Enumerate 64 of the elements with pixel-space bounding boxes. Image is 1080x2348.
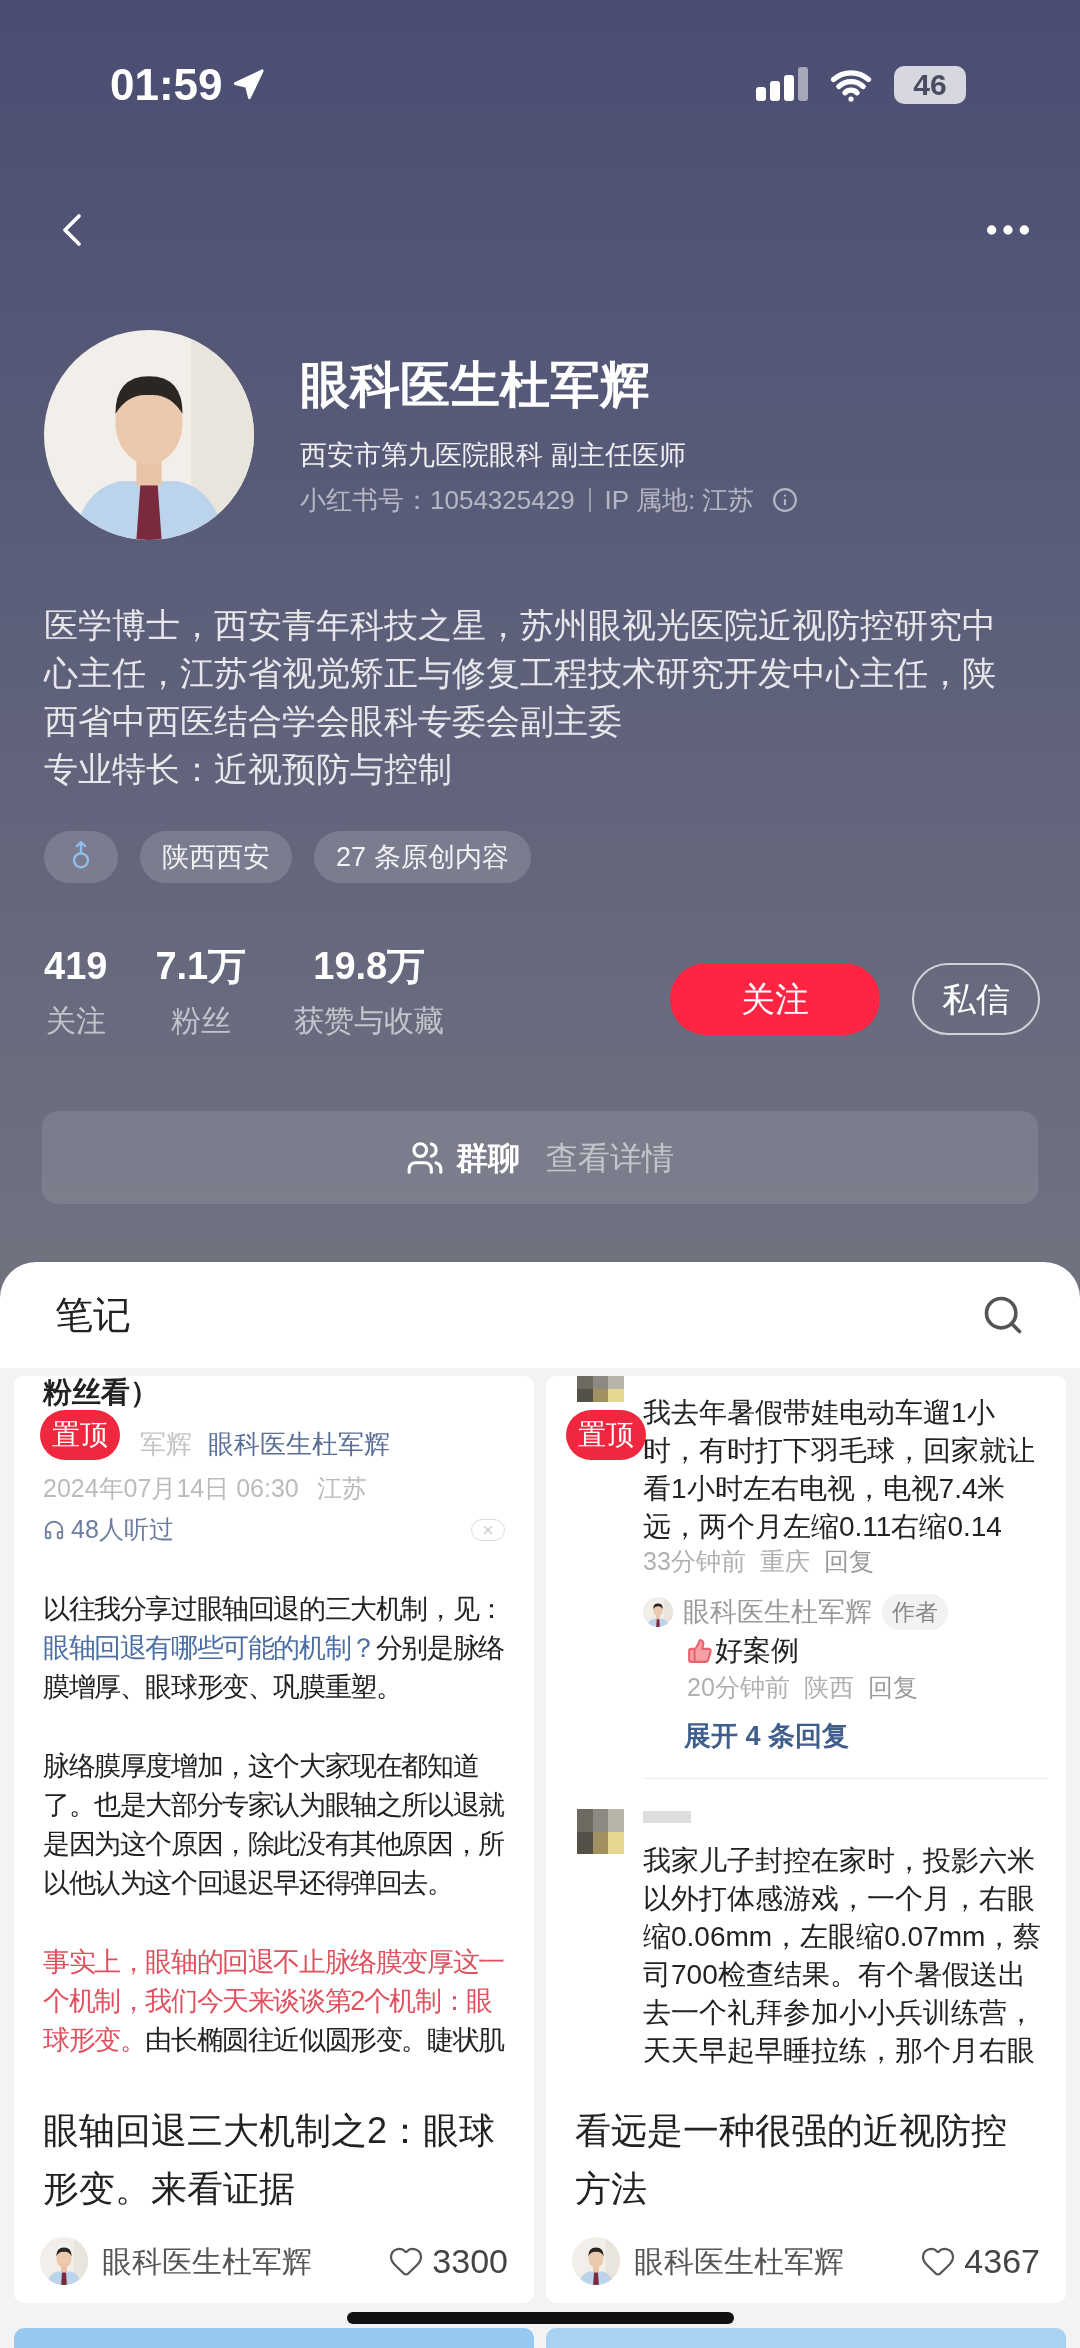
author-avatar	[572, 2237, 620, 2285]
reply-author: 眼科医生杜军辉	[683, 1595, 872, 1629]
blurred-username	[643, 1811, 691, 1823]
stat-value: 7.1万	[155, 946, 247, 986]
author-avatar	[40, 2237, 88, 2285]
group-chat-action: 查看详情	[546, 1138, 674, 1178]
blurred-avatar	[577, 1809, 624, 1854]
like-count: 4367	[964, 2240, 1040, 2282]
comment-location: 重庆	[759, 1546, 810, 1576]
byline-text: 军辉	[140, 1427, 192, 1461]
pinned-badge: 置顶	[40, 1410, 120, 1460]
note-card[interactable]	[14, 1376, 534, 2303]
thumbs-up-icon	[687, 1638, 713, 1664]
profile-bio: 专业特长：近视预防与控制	[44, 749, 453, 790]
reply-text: 好案例	[715, 1634, 799, 1668]
account-id: 小红书号：1054325429	[300, 483, 575, 517]
comment-text: 我去年暑假带娃电动车遛1小时，有时打下羽毛球，回家就让看1小时左右电视，电视7.4米远，两个月左缩0.11右缩0.14	[643, 1396, 1036, 1544]
notes-tab[interactable]: 笔记	[55, 1286, 131, 1344]
profile-bio: 医学博士，西安青年科技之星，苏州眼视光医院近视防控研究中心主任，江苏省视觉矫正与修复工程技术研究开发中心主任，陕西省中西医结合学会眼科专委会副主委	[44, 605, 997, 742]
status-time: 01:59	[110, 59, 223, 111]
close-icon	[481, 1523, 495, 1537]
listen-count: 48人听过	[71, 1514, 174, 1546]
group-chat-bar[interactable]: 群聊 查看详情	[42, 1111, 1038, 1204]
reply-link[interactable]: 回复	[823, 1546, 874, 1576]
profile-position: 西安市第九医院眼科 副主任医师	[300, 439, 687, 472]
post-location: 江苏	[316, 1473, 367, 1505]
article-link[interactable]: 眼轴回退有哪些可能的机制？	[43, 1633, 376, 1663]
post-date: 2024年07月14日 06:30	[43, 1473, 299, 1505]
note-card[interactable]	[546, 1376, 1066, 2303]
author-badge: 作者	[882, 1594, 948, 1630]
author-name: 眼科医生杜军辉	[634, 2243, 844, 2280]
like-count: 3300	[432, 2240, 508, 2282]
article-paragraph: 以往我分享过眼轴回退的三大机制，见： 眼轴回退有哪些可能的机制？分别是脉络膜增厚、眼球形变、巩膜重塑。	[43, 1593, 505, 1704]
reply-time: 20分钟前	[687, 1672, 790, 1702]
info-icon[interactable]	[772, 487, 799, 513]
author-name: 眼科医生杜军辉	[102, 2243, 312, 2280]
stat-value: 419	[44, 946, 108, 986]
group-chat-label: 群聊	[456, 1138, 520, 1178]
comment-time: 33分钟前	[643, 1546, 746, 1576]
battery-indicator: 46	[894, 66, 966, 104]
author-avatar	[643, 1597, 673, 1627]
message-button[interactable]: 私信	[912, 963, 1040, 1035]
article-heading: 粉丝看）	[43, 1376, 160, 1408]
blurred-avatar	[577, 1376, 624, 1402]
comment-text: 我家儿子封控在家时，投影六米以外打体感游戏，一个月，右眼缩0.06mm，左眼缩0.07mm，蔡司700检查结果。有个暑假送出去一个礼拜参加小小兵训练营，天天早起早睡拉练，那个月右眼	[643, 1844, 1043, 2068]
ip-location: IP 属地: 江苏	[604, 483, 755, 517]
note-title: 眼轴回退三大机制之2：眼球形变。来看证据	[42, 2109, 497, 2211]
note-title: 看远是一种很强的近视防控方法	[574, 2109, 1008, 2211]
stat-label: 关注	[45, 1003, 106, 1039]
reply-location: 陕西	[803, 1672, 854, 1702]
author-link[interactable]: 眼科医生杜军辉	[208, 1424, 390, 1464]
article-paragraph: 事实上，眼轴的回退不止脉络膜变厚这一个机制，我们今天来谈谈第2个机制：眼球形变。由长椭圆往近似圆形变。睫状肌	[43, 1946, 505, 2057]
stat-label: 粉丝	[170, 1003, 231, 1039]
expand-replies-link[interactable]: 展开 4 条回复	[684, 1718, 1048, 1754]
stat-value: 19.8万	[313, 946, 426, 986]
profile-tag: 27 条原创内容	[314, 831, 531, 883]
stat-label: 获赞与收藏	[294, 1003, 445, 1039]
profile-name: 眼科医生杜军辉	[300, 356, 651, 415]
reply-link[interactable]: 回复	[867, 1672, 918, 1702]
signal-icon	[756, 67, 808, 103]
article-paragraph: 脉络膜厚度增加，这个大家现在都知道了。也是大部分专家认为眼轴之所以退就是因为这个原因，除此没有其他原因，所以他认为这个回退迟早还得弹回去。	[43, 1750, 505, 1900]
headphones-icon	[43, 1519, 65, 1541]
follow-button[interactable]: 关注	[670, 963, 880, 1035]
profile-tag: 陕西西安	[140, 831, 292, 883]
